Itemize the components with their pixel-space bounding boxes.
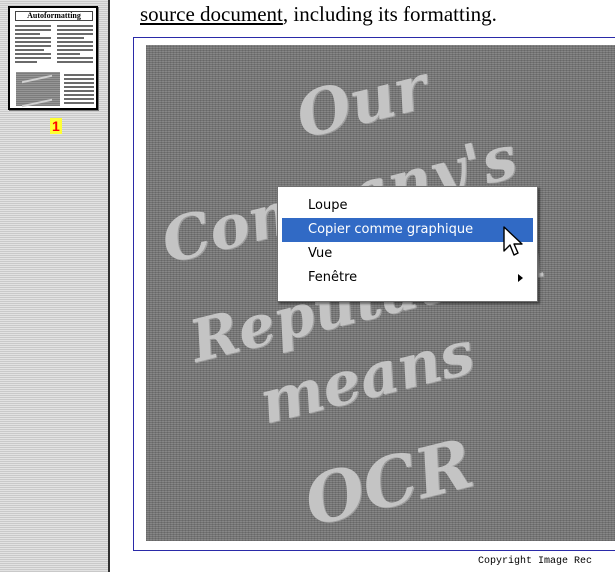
thumbnail-title: Autoformatting	[15, 11, 93, 21]
document-text-line: source document, including its formattin…	[140, 2, 497, 27]
menu-item-loupe[interactable]: Loupe	[282, 194, 533, 218]
page-thumbnail[interactable]: Autoformatting	[8, 6, 98, 110]
thumbnail-image	[16, 72, 60, 106]
scan-word-our: Our	[289, 50, 435, 153]
document-text-rest: , including its formatting.	[282, 2, 497, 26]
thumbnail-figure	[64, 74, 94, 104]
menu-item-window[interactable]: Fenêtre	[282, 266, 533, 290]
menu-item-copy-as-graphic[interactable]: Copier comme graphique	[282, 218, 533, 242]
pane-divider[interactable]	[108, 0, 118, 572]
menu-item-label: Copier comme graphique	[308, 222, 474, 237]
context-menu: Loupe Copier comme graphique Vue Fenêtre	[277, 186, 538, 302]
scan-word-ocr: OCR	[296, 423, 482, 541]
menu-item-label: Fenêtre	[308, 270, 358, 285]
mouse-pointer-icon	[503, 226, 523, 256]
menu-item-label: Loupe	[308, 198, 348, 213]
thumbnail-sidebar: Autoformatting 1	[0, 0, 108, 572]
copyright-caption: Copyright Image Rec	[478, 556, 593, 567]
menu-item-view[interactable]: Vue	[282, 242, 533, 266]
menu-item-label: Vue	[308, 246, 333, 261]
page-number-label: 1	[50, 118, 62, 134]
submenu-arrow-icon	[518, 274, 523, 282]
source-document-link[interactable]: source document	[140, 2, 283, 26]
